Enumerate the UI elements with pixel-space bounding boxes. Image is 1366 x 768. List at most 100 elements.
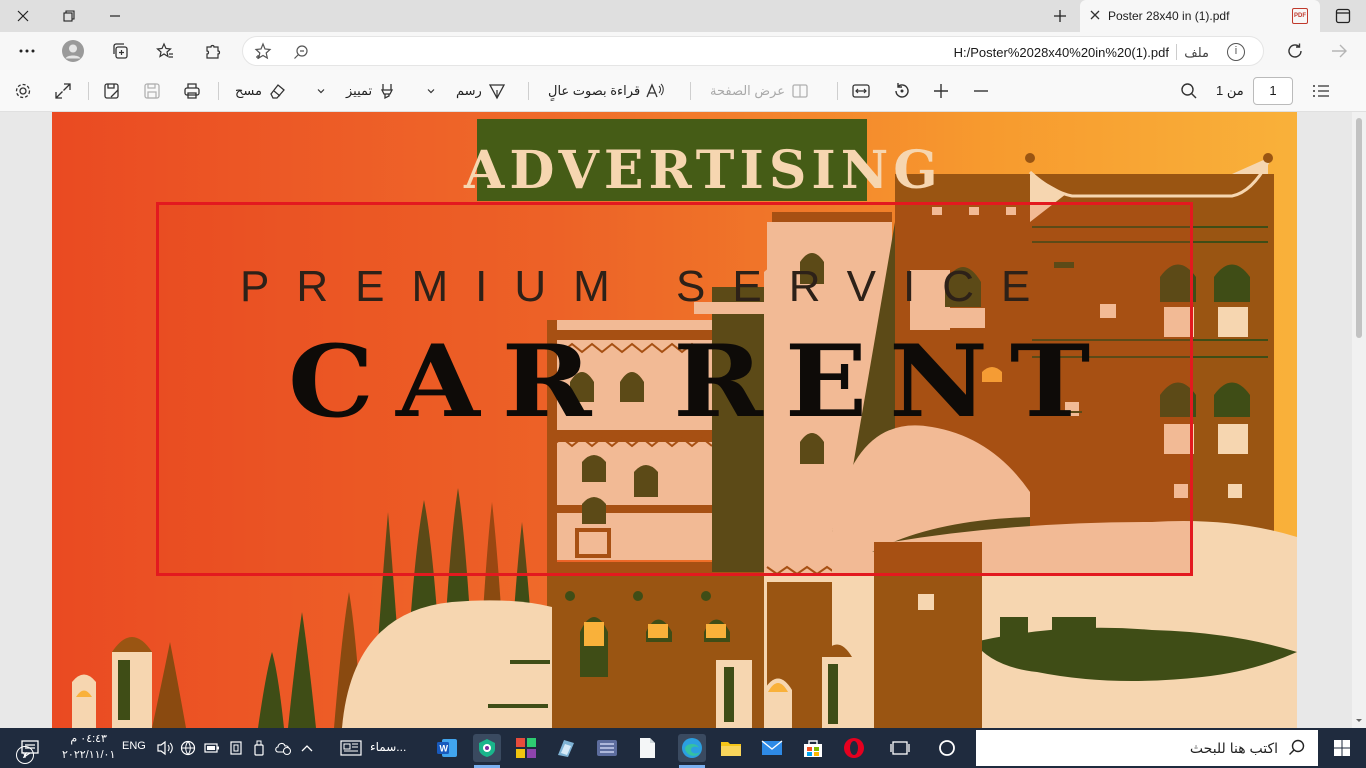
zoom-out-button[interactable] xyxy=(973,80,989,102)
find-button[interactable] xyxy=(1180,80,1198,102)
draw-dropdown-button[interactable] xyxy=(426,80,436,102)
news-widget-button[interactable] xyxy=(340,736,362,760)
settings-more-button[interactable] xyxy=(14,39,40,63)
highlighter-icon xyxy=(381,84,394,100)
pdf-viewer[interactable]: ADVERTISING PREMIUM SERVICE CAR RENT xyxy=(0,112,1366,728)
print-button[interactable] xyxy=(183,80,201,102)
favorites-button[interactable] xyxy=(152,39,178,63)
taskbar-viewer-app[interactable] xyxy=(555,736,577,760)
tab-close-button[interactable] xyxy=(1088,8,1102,22)
document-icon xyxy=(640,738,655,758)
page-number-input[interactable]: 1 xyxy=(1253,77,1293,105)
folder-icon xyxy=(721,742,741,756)
vertical-scrollbar[interactable] xyxy=(1352,112,1366,728)
scroll-thumb[interactable] xyxy=(1356,118,1362,338)
fullscreen-button[interactable] xyxy=(54,80,72,102)
scroll-down-arrow-icon[interactable] xyxy=(1352,716,1366,726)
info-icon[interactable]: i xyxy=(1227,43,1245,61)
highlight-button[interactable]: تمييز xyxy=(346,80,396,102)
minimize-window-button[interactable] xyxy=(92,0,138,32)
speaker-icon xyxy=(157,740,173,756)
puzzle-icon xyxy=(206,44,221,59)
search-icon xyxy=(1181,83,1197,99)
page-total: من 1 xyxy=(1216,80,1244,102)
draw-label: رسم xyxy=(456,83,482,98)
address-bar[interactable]: H:/Poster%2028x40%20in%20(1).pdf ملف i xyxy=(242,36,1264,66)
taskbar-edge[interactable] xyxy=(678,734,706,762)
taskbar-opera[interactable] xyxy=(843,736,865,760)
collections-button[interactable] xyxy=(107,39,133,63)
save-button[interactable] xyxy=(143,80,161,102)
new-tab-button[interactable] xyxy=(1048,5,1072,27)
cortana-button[interactable] xyxy=(938,736,956,760)
zoom-in-button[interactable] xyxy=(933,80,949,102)
taskbar-color-app[interactable] xyxy=(515,736,537,760)
read-aloud-label: قراءة بصوت عالٍ xyxy=(548,83,641,98)
table-of-contents-button[interactable] xyxy=(1312,80,1330,102)
save-as-button[interactable] xyxy=(103,80,121,102)
fit-width-icon xyxy=(852,84,870,98)
clock-date: ٢٠٢٢/١١/٠١ xyxy=(62,749,116,761)
clock[interactable]: ٠٤:٤٣ م ٢٠٢٢/١١/٠١ xyxy=(62,731,115,763)
taskbar-search-box[interactable]: اكتب هنا للبحث xyxy=(976,730,1318,766)
read-aloud-button[interactable]: قراءة بصوت عالٍ xyxy=(548,80,664,102)
mail-icon xyxy=(761,740,783,755)
restore-icon xyxy=(63,10,75,22)
restore-window-button[interactable] xyxy=(46,0,92,32)
extensions-button[interactable] xyxy=(200,39,226,63)
cortana-circle-icon xyxy=(939,740,955,756)
taskbar-store[interactable] xyxy=(802,736,824,760)
taskbar-mail[interactable] xyxy=(761,736,783,760)
battery-icon xyxy=(204,743,219,753)
save-as-icon xyxy=(104,83,119,99)
profile-button[interactable] xyxy=(60,39,86,63)
car-rent-heading: CAR RENT xyxy=(288,324,1113,440)
chevron-up-icon xyxy=(301,745,313,752)
tab-actions-button[interactable] xyxy=(1330,4,1356,28)
fit-width-button[interactable] xyxy=(852,80,870,102)
save-icon xyxy=(144,83,160,99)
url-text[interactable]: H:/Poster%2028x40%20in%20(1).pdf xyxy=(954,45,1169,60)
expand-icon xyxy=(55,83,71,99)
taskbar-shield-app[interactable] xyxy=(473,734,501,762)
chevron-down-icon xyxy=(427,89,435,94)
highlight-dropdown-button[interactable] xyxy=(316,80,326,102)
calculator-icon xyxy=(597,740,617,756)
taskbar-calculator-app[interactable] xyxy=(596,736,618,760)
pdf-settings-button[interactable] xyxy=(14,80,32,102)
volume-tray-icon[interactable] xyxy=(156,736,174,760)
rotate-button[interactable] xyxy=(893,80,911,102)
network-tray-icon[interactable] xyxy=(180,736,196,760)
task-view-icon xyxy=(890,741,910,755)
taskbar-file-app[interactable] xyxy=(638,736,656,760)
page-view-button[interactable]: عرض الصفحة xyxy=(710,80,809,102)
forward-button[interactable] xyxy=(1326,39,1352,63)
language-indicator[interactable]: ENG xyxy=(122,740,146,752)
tab-actions-icon xyxy=(1335,8,1351,24)
task-view-button[interactable] xyxy=(890,736,910,760)
active-tab[interactable]: Poster 28x40 in (1).pdf PDF xyxy=(1080,0,1320,32)
image-viewer-icon xyxy=(558,740,574,757)
usb-tray-icon[interactable] xyxy=(252,736,266,760)
taskbar-window-label[interactable]: سماء... xyxy=(370,740,406,754)
toolbar-divider xyxy=(528,82,529,100)
draw-button[interactable]: رسم xyxy=(456,80,506,102)
show-hidden-icons-button[interactable] xyxy=(300,736,314,760)
battery-tray-icon[interactable] xyxy=(204,736,220,760)
clock-time: ٠٤:٤٣ م xyxy=(70,733,107,745)
search-icon xyxy=(1289,739,1305,755)
taskbar-word[interactable]: W xyxy=(436,736,458,760)
device-tray-icon[interactable] xyxy=(228,736,244,760)
close-window-button[interactable] xyxy=(0,0,46,32)
taskbar-file-explorer[interactable] xyxy=(720,736,742,760)
close-icon xyxy=(1090,10,1100,20)
erase-button[interactable]: مسح xyxy=(235,80,286,102)
palette-grid-icon xyxy=(516,738,536,758)
shield-icon xyxy=(479,739,495,757)
app-tray-icon[interactable] xyxy=(274,736,292,760)
start-button[interactable] xyxy=(1318,728,1366,768)
add-favorite-button[interactable] xyxy=(253,42,273,65)
zoom-button[interactable] xyxy=(293,44,309,63)
taskbar: ٧ ٠٤:٤٣ م ٢٠٢٢/١١/٠١ ENG سماء... W اكتب … xyxy=(0,728,1366,768)
refresh-button[interactable] xyxy=(1282,39,1308,63)
